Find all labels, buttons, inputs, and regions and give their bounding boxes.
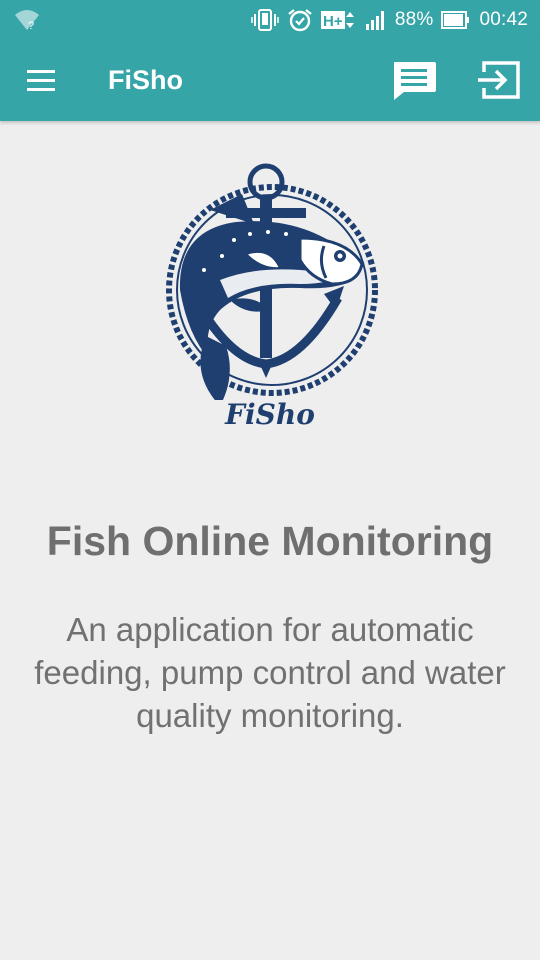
- vibrate-icon: [251, 8, 279, 32]
- battery-icon: [441, 9, 471, 31]
- chat-icon: [394, 62, 436, 100]
- svg-text:H+: H+: [323, 13, 343, 30]
- wifi-icon: ?: [14, 8, 40, 32]
- page-description: An application for automatic feeding, pu…: [34, 611, 506, 734]
- fisho-logo: FiSho: [150, 160, 390, 440]
- status-icons: H+ 88% 00:42: [251, 0, 528, 40]
- logout-button[interactable]: [474, 56, 524, 104]
- signal-icon: [365, 9, 387, 31]
- menu-button[interactable]: [22, 62, 62, 98]
- chat-button[interactable]: [388, 56, 440, 104]
- app-bar: FiSho: [0, 40, 540, 121]
- menu-icon: [27, 70, 55, 91]
- svg-text:?: ?: [28, 20, 34, 32]
- alarm-icon: [287, 8, 313, 32]
- status-bar: ? H+ 88% 00:42: [0, 0, 540, 40]
- logo-text: FiSho: [225, 398, 315, 431]
- fish-anchor-logo-icon: [166, 163, 378, 406]
- page-title: Fish Online Monitoring: [46, 518, 494, 564]
- status-time: 00:42: [479, 9, 528, 30]
- battery-percent: 88%: [394, 9, 434, 30]
- app-title: FiSho: [108, 65, 183, 95]
- logout-icon: [478, 61, 520, 99]
- network-type-icon: H+: [320, 8, 357, 32]
